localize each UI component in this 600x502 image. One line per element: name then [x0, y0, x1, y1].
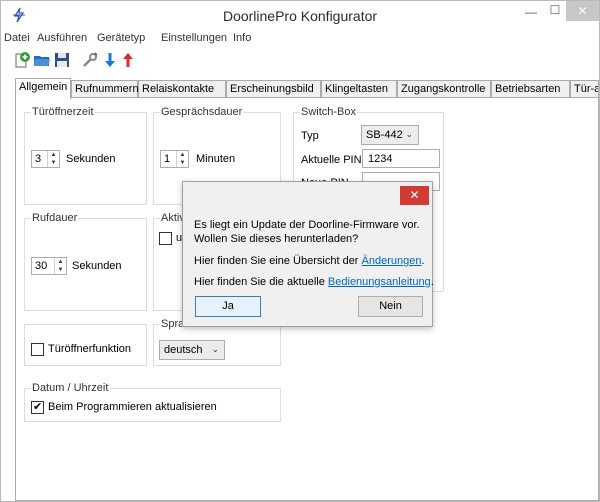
chevron-down-icon: ⌄ — [211, 344, 219, 354]
no-button[interactable]: Nein — [358, 296, 423, 317]
menu-ausfuehren[interactable]: Ausführen — [37, 32, 87, 44]
update-on-program-checkbox[interactable]: ✔ — [31, 401, 44, 414]
add-document-icon[interactable] — [13, 51, 31, 69]
upload-arrow-icon[interactable] — [119, 51, 137, 69]
update-on-program-label: Beim Programmieren aktualisieren — [48, 401, 217, 413]
door-opener-function-checkbox[interactable] — [31, 343, 44, 356]
manual-link[interactable]: Bedienungsanleitung — [328, 276, 431, 288]
spinner-buttons: ▲ ▼ — [176, 151, 188, 167]
ring-duration-spinner[interactable]: 30 ▲ ▼ — [31, 257, 67, 275]
dialog-message-line2: Wollen Sie dieses herunterladen? — [194, 233, 359, 245]
active-checkbox[interactable] — [159, 232, 172, 245]
ring-duration-unit: Sekunden — [72, 260, 122, 272]
spinner-buttons: ▲ ▼ — [47, 151, 59, 167]
group-language: Sprache deutsch ⌄ — [153, 318, 281, 366]
group-title: Switch-Box — [300, 106, 358, 118]
spin-down-icon[interactable]: ▼ — [177, 159, 188, 167]
open-folder-icon[interactable] — [33, 51, 51, 69]
select-value: deutsch — [164, 344, 203, 356]
group-title: Rufdauer — [31, 212, 79, 224]
menu-info[interactable]: Info — [233, 32, 251, 44]
spinner-value: 1 — [164, 153, 171, 165]
dialog-manual-line: Hier finden Sie die aktuelle Bedienungsa… — [194, 276, 434, 288]
tab-zugangskontrolle[interactable]: Zugangskontrolle — [397, 80, 491, 98]
current-pin-field[interactable]: 1234 — [362, 149, 440, 168]
group-door-open-time: Türöffnerzeit 3 ▲ ▼ Sekunden — [24, 106, 147, 205]
menu-geraetetyp[interactable]: Gerätetyp — [97, 32, 145, 44]
spinner-value: 3 — [35, 153, 42, 165]
manual-suffix: . — [430, 276, 434, 288]
menu-bar: Datei Ausführen Gerätetyp Einstellungen … — [1, 30, 599, 48]
menu-einstellungen[interactable]: Einstellungen — [161, 32, 227, 44]
dialog-close-icon[interactable]: ✕ — [400, 186, 429, 205]
group-door-opener-function: Türöffnerfunktion — [24, 324, 147, 366]
tab-tuer-auf-taste[interactable]: Tür-auf-Taste — [570, 80, 599, 98]
toolbar — [1, 49, 599, 73]
changes-link[interactable]: Änderungen — [362, 255, 422, 267]
chevron-down-icon: ⌄ — [405, 129, 413, 139]
app-window: DoorlinePro Konfigurator — ☐ ✕ Datei Aus… — [0, 0, 600, 502]
current-pin-label: Aktuelle PIN — [301, 154, 362, 166]
group-datetime: Datum / Uhrzeit ✔ Beim Programmieren akt… — [24, 382, 281, 422]
group-ring-duration: Rufdauer 30 ▲ ▼ Sekunden — [24, 212, 147, 311]
tools-icon[interactable] — [81, 51, 99, 69]
changes-prefix: Hier finden Sie eine Übersicht der — [194, 255, 362, 267]
title-bar: DoorlinePro Konfigurator — ☐ ✕ — [1, 1, 599, 29]
select-value: SB-442 — [366, 129, 403, 141]
tab-relaiskontakte[interactable]: Relaiskontakte — [138, 80, 226, 98]
spin-up-icon[interactable]: ▲ — [48, 151, 59, 159]
window-title: DoorlinePro Konfigurator — [222, 8, 378, 24]
menu-datei[interactable]: Datei — [4, 32, 30, 44]
spin-down-icon[interactable]: ▼ — [48, 159, 59, 167]
call-duration-spinner[interactable]: 1 ▲ ▼ — [160, 150, 189, 168]
download-arrow-icon[interactable] — [101, 51, 119, 69]
tab-erscheinungsbild[interactable]: Erscheinungsbild — [226, 80, 321, 98]
firmware-update-dialog: ✕ Es liegt ein Update der Doorline-Firmw… — [182, 181, 434, 327]
spinner-buttons: ▲ ▼ — [54, 258, 66, 274]
spin-up-icon[interactable]: ▲ — [55, 258, 66, 266]
minimize-icon[interactable]: — — [518, 5, 544, 26]
group-title: Türöffnerzeit — [31, 106, 95, 118]
tab-betriebsarten[interactable]: Betriebsarten — [491, 80, 570, 98]
switch-box-type-select[interactable]: SB-442 ⌄ — [361, 125, 419, 145]
spin-down-icon[interactable]: ▼ — [55, 266, 66, 274]
checkmark-icon: ✔ — [33, 401, 43, 413]
dialog-message-line1: Es liegt ein Update der Doorline-Firmwar… — [194, 219, 420, 231]
tab-allgemein[interactable]: Allgemein — [15, 78, 71, 99]
door-opener-function-label: Türöffnerfunktion — [48, 343, 131, 355]
changes-suffix: . — [421, 255, 425, 267]
field-value: 1234 — [368, 153, 393, 165]
yes-button[interactable]: Ja — [195, 296, 261, 317]
door-open-time-unit: Sekunden — [66, 153, 116, 165]
group-title: Datum / Uhrzeit — [31, 382, 110, 394]
group-title: Gesprächsdauer — [160, 106, 244, 118]
manual-prefix: Hier finden Sie die aktuelle — [194, 276, 328, 288]
close-icon[interactable]: ✕ — [566, 1, 599, 21]
maximize-icon[interactable]: ☐ — [542, 3, 568, 24]
door-open-time-spinner[interactable]: 3 ▲ ▼ — [31, 150, 60, 168]
spin-up-icon[interactable]: ▲ — [177, 151, 188, 159]
save-icon[interactable] — [53, 51, 71, 69]
tab-klingeltasten[interactable]: Klingeltasten — [321, 80, 397, 98]
tab-bar: Allgemein Rufnummern Relaiskontakte Ersc… — [15, 78, 599, 99]
type-label: Typ — [301, 130, 319, 142]
dialog-changes-line: Hier finden Sie eine Übersicht der Änder… — [194, 255, 425, 267]
spinner-value: 30 — [35, 260, 48, 272]
tab-rufnummern[interactable]: Rufnummern — [71, 80, 139, 98]
language-select[interactable]: deutsch ⌄ — [159, 340, 225, 360]
call-duration-unit: Minuten — [196, 153, 236, 165]
